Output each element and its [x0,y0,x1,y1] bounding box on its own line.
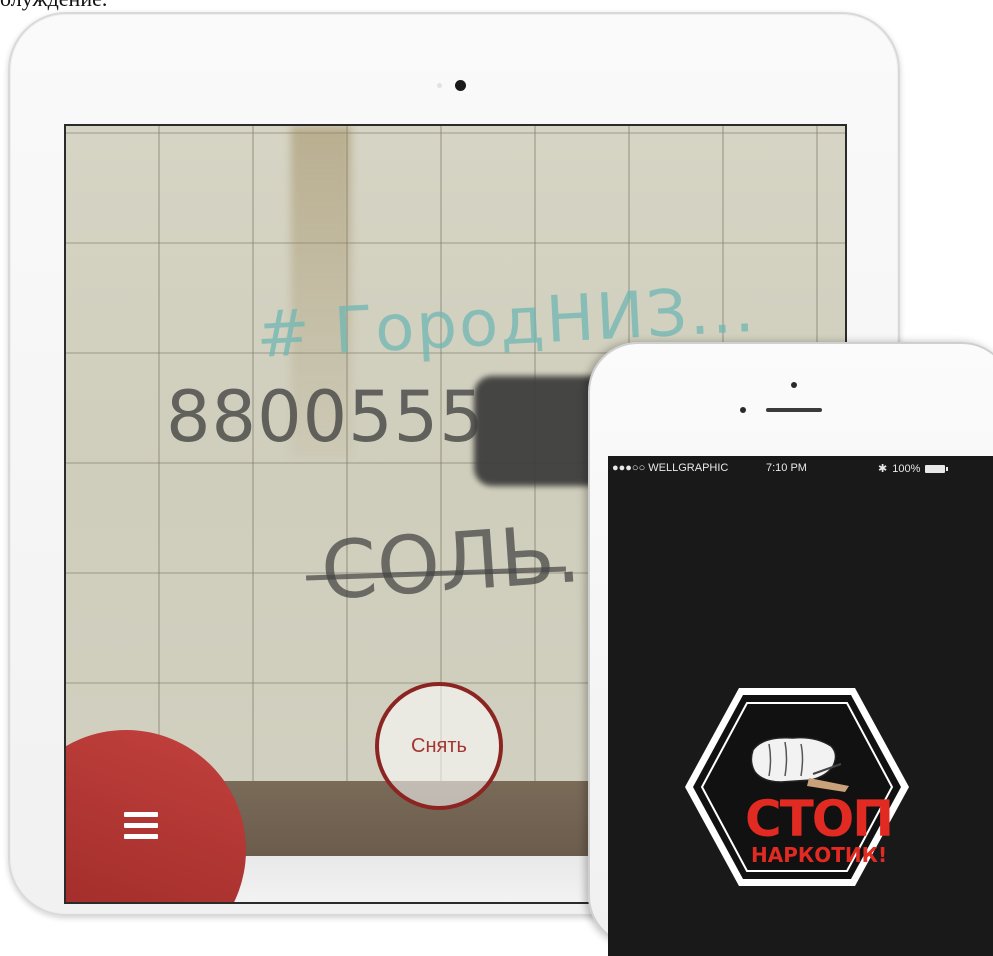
stop-drugs-logo: СТОП НАРКОТИК! [685,688,909,886]
iphone-speaker [766,408,822,412]
graffiti-sign: СОЛЬ. [318,507,584,618]
battery-percent: 100% [892,462,921,475]
iphone-camera [791,382,797,388]
status-bar: ●●●○○ WELLGRAPHIC 7:10 PM ✱ 100% [608,456,993,480]
carrier-label: ●●●○○ WELLGRAPHIC [612,462,729,474]
iphone-sensor [740,407,746,413]
logo-line2: НАРКОТИК! [751,843,887,867]
status-time: 7:10 PM [766,462,807,474]
capture-button[interactable]: Снять [375,682,503,810]
bluetooth-icon: ✱ [878,463,888,475]
iphone-screen: ●●●○○ WELLGRAPHIC 7:10 PM ✱ 100% СТОП НА… [608,456,993,956]
capture-button-label: Снять [411,734,467,757]
iphone-device: ●●●○○ WELLGRAPHIC 7:10 PM ✱ 100% СТОП НА… [588,342,993,956]
ipad-camera [455,80,466,91]
ipad-sensor [437,83,442,88]
caption-text: олуждение. [0,0,107,12]
hamburger-icon [124,812,158,840]
battery-status: ✱ 100% [878,462,949,475]
graffiti-phone-number: 8800555 [166,376,485,458]
battery-icon [925,464,949,473]
logo-line1: СТОП [745,790,892,848]
